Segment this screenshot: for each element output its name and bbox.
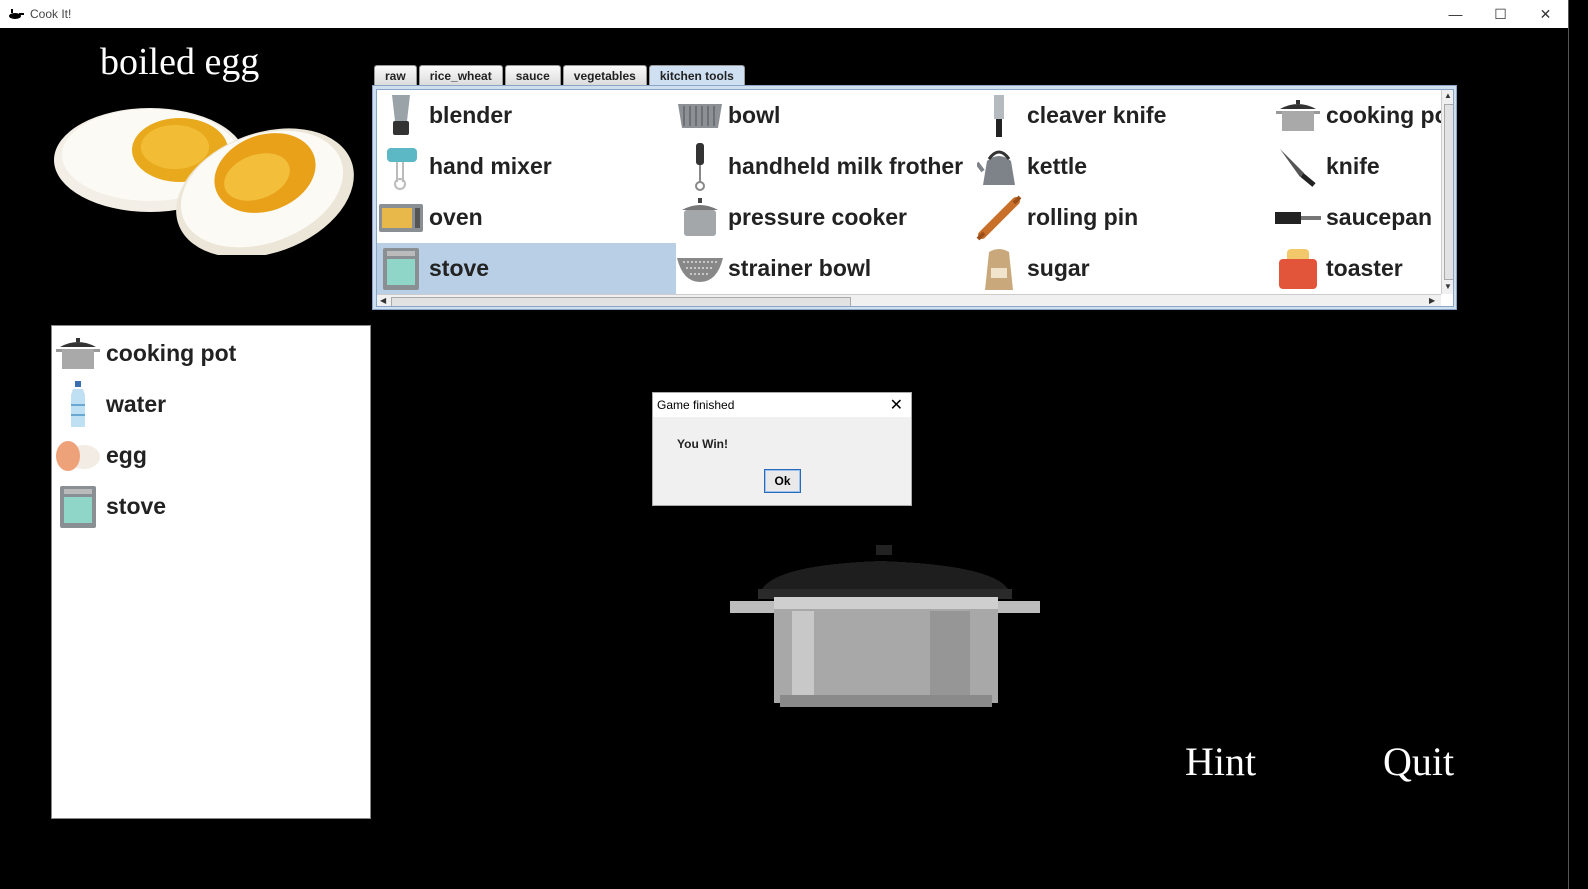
kettle-icon (975, 143, 1023, 191)
strainer-bowl-icon (676, 245, 724, 293)
stove-icon (377, 245, 425, 293)
tool-label: kettle (1027, 153, 1088, 179)
recipe-title: boiled egg (100, 41, 260, 83)
tool-label: toaster (1326, 255, 1403, 281)
ingredient-egg[interactable]: egg (54, 430, 147, 481)
window-title: Cook It! (30, 7, 72, 21)
tool-label: oven (429, 204, 483, 230)
boiled-egg-image (54, 108, 354, 255)
tool-saucepan[interactable]: saucepan (1274, 192, 1441, 243)
tool-rolling-pin[interactable]: rolling pin (975, 192, 1274, 243)
tool-cooking-pot[interactable]: cooking pot (1274, 90, 1441, 141)
tab-rice-wheat[interactable]: rice_wheat (418, 65, 503, 85)
pressure-cooker-icon (676, 194, 724, 242)
tool-label: handheld milk frother (728, 153, 964, 179)
oven-icon (377, 194, 425, 242)
tool-label: pressure cooker (728, 204, 907, 230)
ok-button[interactable]: Ok (764, 469, 801, 493)
tool-label: bowl (728, 102, 781, 128)
maximize-button[interactable]: ☐ (1478, 0, 1523, 28)
ingredient-label: cooking pot (106, 340, 237, 366)
horizontal-scroll-thumb[interactable] (391, 297, 851, 306)
dialog-message: You Win! (677, 437, 728, 451)
scroll-right-icon[interactable]: ▶ (1429, 296, 1435, 305)
close-window-button[interactable]: ✕ (1523, 0, 1568, 28)
tool-label: sugar (1027, 255, 1090, 281)
window-titlebar: Cook It! — ☐ ✕ (0, 0, 1568, 28)
bowl-icon (676, 92, 724, 140)
tab-vegetables[interactable]: vegetables (562, 65, 647, 85)
knife-icon (1274, 143, 1322, 191)
cooking-pot-large-image (730, 545, 1040, 707)
tool-label: knife (1326, 153, 1380, 179)
tools-scroll-area: blender bowl cleaver knife cooking pot h… (376, 89, 1454, 307)
vertical-scroll-thumb[interactable] (1444, 104, 1453, 280)
tool-bowl[interactable]: bowl (676, 90, 975, 141)
tool-handheld-milk-frother[interactable]: handheld milk frother (676, 141, 975, 192)
window-border (1568, 0, 1588, 889)
tool-sugar[interactable]: sugar (975, 243, 1274, 294)
tool-label: strainer bowl (728, 255, 872, 281)
hand-mixer-icon (377, 143, 425, 191)
tool-label: saucepan (1326, 204, 1433, 230)
category-tabs: raw rice_wheat sauce vegetables kitchen … (374, 65, 747, 85)
tools-grid: blender bowl cleaver knife cooking pot h… (377, 90, 1441, 294)
tool-label: blender (429, 102, 513, 128)
tool-label: cleaver knife (1027, 102, 1167, 128)
close-icon[interactable]: ✕ (890, 395, 903, 415)
cleaver-knife-icon (975, 92, 1023, 140)
tool-knife[interactable]: knife (1274, 141, 1441, 192)
ingredients-panel: cooking pot water egg stove (51, 325, 371, 819)
tool-pressure-cooker[interactable]: pressure cooker (676, 192, 975, 243)
toaster-icon (1274, 245, 1322, 293)
tool-label: cooking pot (1326, 102, 1441, 128)
tool-hand-mixer[interactable]: hand mixer (377, 141, 676, 192)
ingredient-label: egg (106, 442, 147, 468)
tool-kettle[interactable]: kettle (975, 141, 1274, 192)
scroll-up-icon[interactable]: ▲ (1444, 91, 1452, 100)
saucepan-icon (1274, 194, 1322, 242)
minimize-button[interactable]: — (1433, 0, 1478, 28)
quit-button[interactable]: Quit (1383, 738, 1454, 785)
blender-icon (377, 92, 425, 140)
tool-label: stove (429, 255, 490, 281)
ingredient-label: stove (106, 493, 167, 519)
tool-stove[interactable]: stove (377, 243, 676, 294)
cooking-pot-icon (1274, 92, 1322, 140)
tab-kitchen-tools[interactable]: kitchen tools (648, 65, 745, 85)
game-finished-dialog: Game finished ✕ You Win! Ok (652, 392, 912, 506)
tool-label: rolling pin (1027, 204, 1139, 230)
ingredient-cooking-pot[interactable]: cooking pot (54, 328, 236, 379)
ingredient-water[interactable]: water (54, 379, 166, 430)
hint-button[interactable]: Hint (1185, 738, 1256, 785)
scroll-down-icon[interactable]: ▼ (1444, 282, 1452, 291)
stove-icon (54, 483, 102, 531)
sugar-icon (975, 245, 1023, 293)
horizontal-scrollbar[interactable]: ◀ ▶ (377, 294, 1441, 306)
tool-oven[interactable]: oven (377, 192, 676, 243)
tool-label: hand mixer (429, 153, 552, 179)
water-bottle-icon (54, 380, 102, 429)
tab-sauce[interactable]: sauce (504, 65, 561, 85)
scroll-left-icon[interactable]: ◀ (380, 296, 386, 305)
tab-raw[interactable]: raw (374, 65, 417, 85)
rolling-pin-icon (975, 194, 1023, 242)
tool-blender[interactable]: blender (377, 90, 676, 141)
tool-cleaver-knife[interactable]: cleaver knife (975, 90, 1274, 141)
tool-toaster[interactable]: toaster (1274, 243, 1441, 294)
ingredient-stove[interactable]: stove (54, 481, 166, 532)
tools-panel: blender bowl cleaver knife cooking pot h… (372, 85, 1457, 310)
ingredient-label: water (106, 391, 167, 417)
egg-icon (54, 432, 102, 480)
cooking-pot-icon (54, 330, 102, 378)
dialog-titlebar: Game finished ✕ (653, 393, 911, 417)
dialog-title: Game finished (657, 398, 735, 412)
vertical-scrollbar[interactable]: ▲ ▼ (1441, 90, 1453, 294)
pan-app-icon (9, 9, 24, 19)
milk-frother-icon (676, 142, 724, 191)
tool-strainer-bowl[interactable]: strainer bowl (676, 243, 975, 294)
